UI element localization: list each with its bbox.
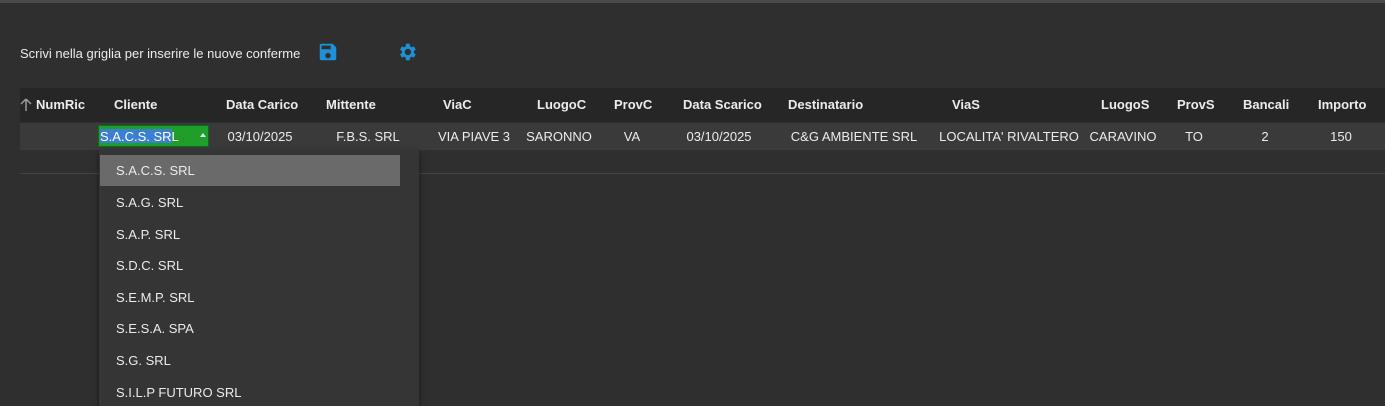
cell-destinatario[interactable]: C&G AMBIENTE SRL	[791, 129, 917, 144]
table-row[interactable]: 03/10/2025 F.B.S. SRL VIA PIAVE 3 SARONN…	[20, 123, 1385, 149]
cell-mittente[interactable]: F.B.S. SRL	[336, 129, 400, 144]
column-header-luogos[interactable]: LuogoS	[1101, 97, 1149, 112]
column-header-bancali[interactable]: Bancali	[1243, 97, 1289, 112]
column-header-cliente[interactable]: Cliente	[114, 97, 157, 112]
column-header-luogoc[interactable]: LuogoC	[537, 97, 586, 112]
dropdown-option[interactable]: S.D.C. SRL	[100, 250, 400, 281]
column-header-viac[interactable]: ViaC	[443, 97, 472, 112]
column-header-provs[interactable]: ProvS	[1177, 97, 1215, 112]
cell-viac[interactable]: VIA PIAVE 3	[438, 129, 510, 144]
dropdown-option[interactable]: S.A.C.S. SRL	[100, 155, 400, 186]
cliente-combobox[interactable]	[98, 125, 209, 147]
cell-vias[interactable]: LOCALITA' RIVALTERO	[939, 129, 1079, 144]
column-header-data-scarico[interactable]: Data Scarico	[683, 97, 762, 112]
column-header-numric[interactable]: NumRic	[36, 97, 85, 112]
column-header-mittente[interactable]: Mittente	[326, 97, 376, 112]
column-header-provc[interactable]: ProvC	[614, 97, 652, 112]
grid-header: NumRic Cliente Data Carico Mittente ViaC…	[20, 88, 1385, 122]
cell-data-carico[interactable]: 03/10/2025	[227, 129, 292, 144]
column-header-data-carico[interactable]: Data Carico	[226, 97, 298, 112]
cell-importo[interactable]: 150	[1330, 129, 1352, 144]
dropdown-option[interactable]: S.A.G. SRL	[100, 187, 400, 218]
cell-provc[interactable]: VA	[624, 129, 640, 144]
dropdown-option[interactable]: S.E.M.P. SRL	[100, 282, 400, 313]
toolbar-hint: Scrivi nella griglia per inserire le nuo…	[20, 46, 301, 61]
dropdown-option[interactable]: S.E.S.A. SPA	[100, 313, 400, 344]
cell-data-scarico[interactable]: 03/10/2025	[686, 129, 751, 144]
cell-luogos[interactable]: CARAVINO	[1090, 129, 1157, 144]
dropdown-option[interactable]: S.G. SRL	[100, 345, 400, 376]
cell-provs[interactable]: TO	[1185, 129, 1203, 144]
cell-luogoc[interactable]: SARONNO	[526, 129, 592, 144]
dropdown-option[interactable]: S.A.P. SRL	[100, 219, 400, 250]
save-icon[interactable]	[317, 41, 339, 63]
sort-arrow-icon[interactable]	[20, 98, 32, 112]
column-header-vias[interactable]: ViaS	[952, 97, 980, 112]
cell-bancali[interactable]: 2	[1261, 129, 1268, 144]
column-header-destinatario[interactable]: Destinatario	[788, 97, 863, 112]
cliente-dropdown-list[interactable]: S.A.C.S. SRL S.A.G. SRL S.A.P. SRL S.D.C…	[99, 150, 419, 406]
dropdown-option[interactable]: S.I.L.P FUTURO SRL	[100, 377, 400, 406]
chevron-up-icon[interactable]	[200, 133, 206, 137]
column-header-importo[interactable]: Importo	[1318, 97, 1366, 112]
top-border	[0, 0, 1385, 3]
gear-icon[interactable]	[396, 41, 418, 63]
cliente-input[interactable]	[99, 126, 200, 146]
